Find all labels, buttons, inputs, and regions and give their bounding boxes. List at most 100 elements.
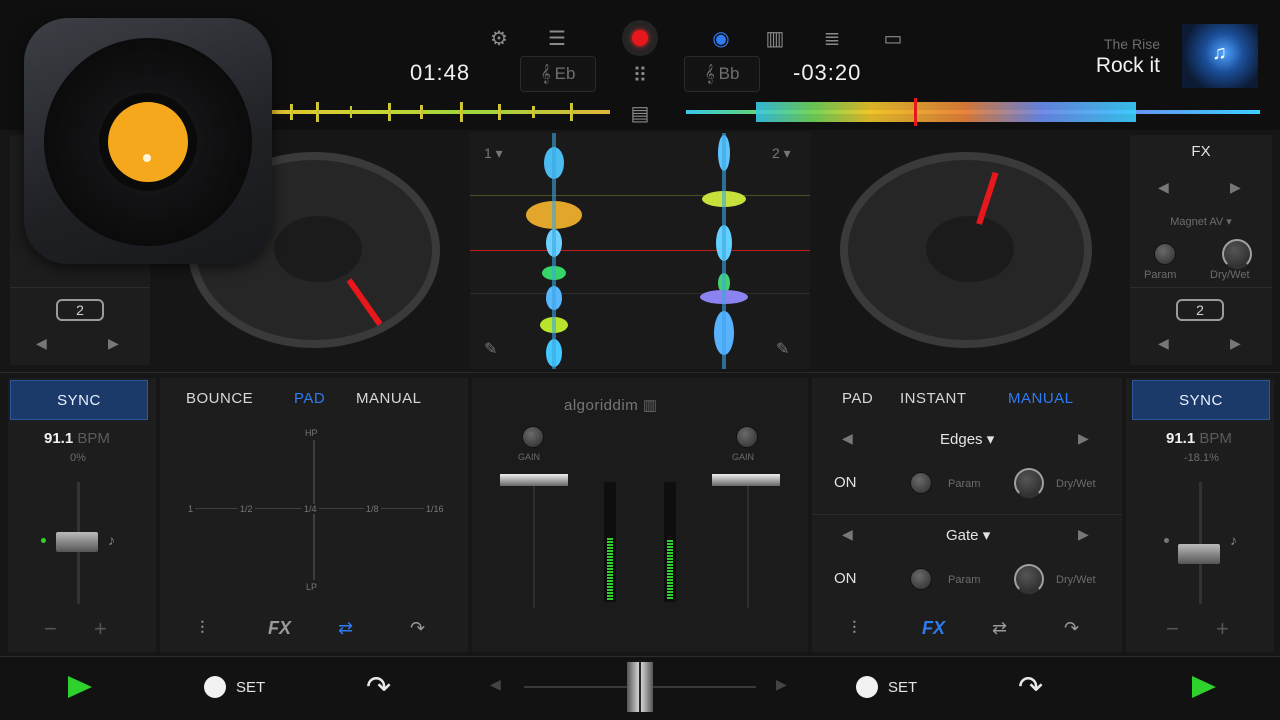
- fx-param-knob[interactable]: [1154, 243, 1176, 265]
- pitch-center-indicator: [1164, 538, 1169, 543]
- crossfader-handle[interactable]: [627, 662, 653, 712]
- fx-mode-icon[interactable]: FX: [922, 618, 945, 639]
- crossfader-right-icon[interactable]: ▶: [776, 676, 787, 693]
- deck-left-loop-prev-icon[interactable]: ◀: [36, 335, 47, 352]
- fx-side-panel: FX ◀ ▶ Magnet AV ▾ Param Dry/Wet 2 ◀ ▶: [1130, 135, 1272, 365]
- deck-left-bpm: 91.1 BPM: [44, 430, 110, 447]
- tab-pad[interactable]: PAD: [842, 390, 873, 407]
- fx-slot-on-toggle[interactable]: ON: [834, 570, 857, 587]
- cue-mode-icon[interactable]: ↷: [1064, 618, 1079, 639]
- split-view-icon[interactable]: ▥: [760, 23, 790, 53]
- deck-right-pitch-fader[interactable]: [1178, 544, 1220, 564]
- deck-right-set-cue-button[interactable]: SET: [856, 676, 917, 698]
- fx-slot-name-select[interactable]: Gate ▾: [946, 526, 990, 544]
- deck-left-set-cue-button[interactable]: SET: [204, 676, 265, 698]
- fx-slot-name-select[interactable]: Edges ▾: [940, 430, 994, 448]
- grid-icon[interactable]: ⠿: [625, 60, 655, 90]
- fx-slot: ◀ Gate ▾ ▶ ON Param Dry/Wet: [812, 514, 1122, 610]
- tab-manual[interactable]: MANUAL: [1008, 390, 1074, 407]
- pencil-icon[interactable]: ✎: [776, 339, 789, 359]
- deck-left-loop-next-icon[interactable]: ▶: [108, 335, 119, 352]
- fx-drywet-knob[interactable]: [1222, 239, 1252, 269]
- tab-bounce[interactable]: BOUNCE: [186, 390, 253, 407]
- xy-filter-pad[interactable]: HP LP 1 1/2 1/4 1/8 1/16: [180, 428, 456, 598]
- deck-right-sync-button[interactable]: SYNC: [1132, 380, 1270, 420]
- fx-drywet-label: Dry/Wet: [1210, 269, 1250, 281]
- pitch-plus-icon[interactable]: +: [94, 616, 107, 642]
- key-lock-icon[interactable]: ♪: [1230, 532, 1237, 548]
- deck-left-time: 01:48: [410, 60, 471, 85]
- deck-right-time: -03:20: [793, 60, 862, 85]
- layout-icon[interactable]: ▤: [625, 98, 655, 128]
- eq-mode-icon[interactable]: ⫶: [200, 618, 205, 639]
- deck-right-loop-prev-icon[interactable]: ◀: [1158, 335, 1169, 352]
- fx-slot-drywet-label: Dry/Wet: [1056, 478, 1096, 490]
- deck-left-play-button[interactable]: [68, 676, 92, 698]
- vinyl-label-icon: [99, 93, 197, 191]
- deck-right-pitch-percent: -18.1%: [1184, 452, 1219, 464]
- crossfader-left-icon[interactable]: ◀: [490, 676, 501, 693]
- fx-slot-param-knob[interactable]: [910, 568, 932, 590]
- album-artwork[interactable]: ♫: [1182, 24, 1258, 88]
- deck-right-loop-next-icon[interactable]: ▶: [1230, 335, 1241, 352]
- deck-right-pitch-panel: SYNC 91.1 BPM -18.1% ♪ − +: [1126, 378, 1274, 652]
- deck-left-sync-button[interactable]: SYNC: [10, 380, 148, 420]
- fx-slot-on-toggle[interactable]: ON: [834, 474, 857, 491]
- fx-effect-select[interactable]: Magnet AV ▾: [1130, 215, 1272, 228]
- deck-right-play-button[interactable]: [1192, 676, 1216, 698]
- app-logo-icon: [24, 18, 272, 264]
- fx-slot-param-label: Param: [948, 478, 981, 490]
- tab-pad[interactable]: PAD: [294, 390, 325, 407]
- deck-left-key[interactable]: 𝄞 Eb: [520, 56, 596, 92]
- fx-slot-next-icon[interactable]: ▶: [1078, 430, 1089, 447]
- tab-manual[interactable]: MANUAL: [356, 390, 422, 407]
- pitch-minus-icon[interactable]: −: [1166, 616, 1179, 642]
- fx-prev-icon[interactable]: ◀: [1158, 179, 1169, 196]
- waveform-display[interactable]: 1 ▾ 2 ▾ ✎ ✎: [470, 133, 810, 369]
- eq-mode-icon[interactable]: ⫶: [852, 618, 857, 639]
- loop-mode-icon[interactable]: ⇄: [992, 618, 1007, 639]
- fx-mode-icon[interactable]: FX: [268, 618, 291, 639]
- cue-mode-icon[interactable]: ↷: [410, 618, 425, 639]
- deck-left-loop-size[interactable]: 2: [56, 299, 104, 321]
- deck-left-pitch-fader[interactable]: [56, 532, 98, 552]
- playlist-icon[interactable]: ☰: [542, 23, 572, 53]
- record-button[interactable]: [622, 20, 658, 56]
- deck-left-overview-waveform[interactable]: [270, 98, 610, 126]
- pencil-icon[interactable]: ✎: [484, 339, 497, 359]
- deck-left-volume-fader[interactable]: [500, 474, 568, 486]
- external-display-icon[interactable]: ▭: [878, 23, 908, 53]
- loop-mode-icon[interactable]: ⇄: [338, 618, 353, 639]
- deck-right-gain-label: GAIN: [732, 452, 755, 462]
- deck-right-jog-marker: [976, 171, 999, 225]
- fx-slot-next-icon[interactable]: ▶: [1078, 526, 1089, 543]
- deck-right-cue-jump-icon[interactable]: ↷: [1018, 670, 1043, 705]
- deck-right-gain-knob[interactable]: [736, 426, 758, 448]
- deck-right-bpm: 91.1 BPM: [1166, 430, 1232, 447]
- fx-slot-prev-icon[interactable]: ◀: [842, 526, 853, 543]
- fx-slot-param-knob[interactable]: [910, 472, 932, 494]
- deck-right-loop-size[interactable]: 2: [1176, 299, 1224, 321]
- xy-mark: 1: [186, 504, 196, 514]
- settings-icon[interactable]: ⚙: [484, 23, 514, 53]
- pitch-plus-icon[interactable]: +: [1216, 616, 1229, 642]
- deck-left-gain-knob[interactable]: [522, 426, 544, 448]
- cue-dot-icon: [204, 676, 226, 698]
- track-title: Rock it: [1095, 54, 1160, 77]
- deck-view-icon[interactable]: ◉: [706, 23, 736, 53]
- fx-slot-drywet-knob[interactable]: [1014, 564, 1044, 594]
- deck-left-cue-jump-icon[interactable]: ↷: [366, 670, 391, 705]
- key-lock-icon[interactable]: ♪: [108, 532, 115, 548]
- vinyl-hole-icon: [143, 154, 151, 162]
- deck-right-key[interactable]: 𝄞 Bb: [684, 56, 760, 92]
- deck-right-jog-wheel[interactable]: [840, 152, 1092, 348]
- fx-next-icon[interactable]: ▶: [1230, 179, 1241, 196]
- pitch-center-indicator: [41, 538, 46, 543]
- fx-slot-prev-icon[interactable]: ◀: [842, 430, 853, 447]
- list-view-icon[interactable]: ≣: [817, 23, 847, 53]
- tab-instant[interactable]: INSTANT: [900, 390, 967, 407]
- deck-right-volume-fader[interactable]: [712, 474, 780, 486]
- pitch-minus-icon[interactable]: −: [44, 616, 57, 642]
- fx-slot-drywet-knob[interactable]: [1014, 468, 1044, 498]
- deck-right-overview-waveform[interactable]: [686, 98, 1260, 126]
